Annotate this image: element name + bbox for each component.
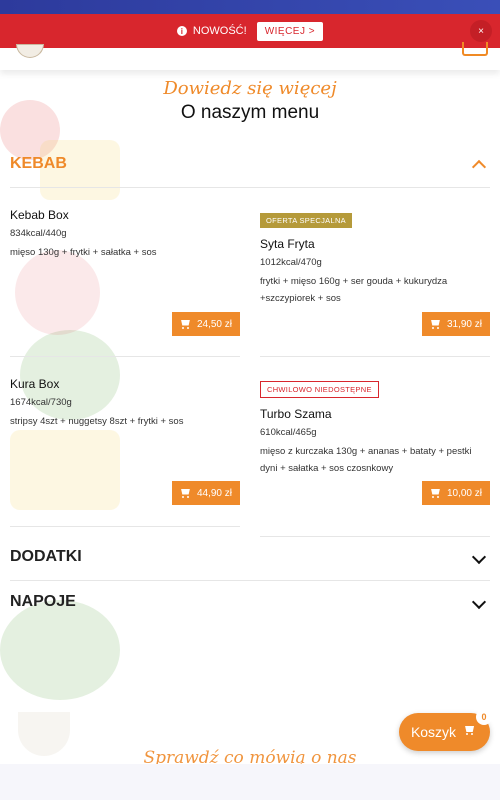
- banner-text: NOWOŚĆ!: [192, 25, 247, 37]
- cart-icon: [180, 320, 191, 329]
- item-kcal: 1012kcal/470g: [260, 257, 322, 268]
- cart-icon: [464, 726, 478, 738]
- lettuce-decoration: [0, 600, 120, 700]
- cart-label: Koszyk: [410, 724, 457, 740]
- unavailable-badge: CHWILOWO NIEDOSTĘPNE: [260, 381, 379, 398]
- item-description: mięso z kurczaka 130g + ananas + bataty …: [260, 446, 472, 474]
- section-addons-header[interactable]: DODATKI: [10, 548, 490, 566]
- divider: [10, 580, 490, 581]
- item-price: 31,90 zł: [446, 318, 482, 330]
- item-name: Kebab Box: [10, 208, 69, 222]
- page-title: O naszym menu: [180, 102, 320, 123]
- section-kebab-header[interactable]: KEBAB: [10, 155, 490, 175]
- more-button[interactable]: WIĘCEJ >: [256, 21, 324, 41]
- add-to-cart-button[interactable]: 10,00 zł: [421, 481, 490, 505]
- divider: [260, 536, 490, 537]
- cart-icon: [180, 489, 191, 498]
- item-kcal: 1674kcal/730g: [10, 397, 72, 408]
- item-kcal: 834kcal/440g: [10, 228, 67, 239]
- logo[interactable]: [16, 44, 44, 58]
- section-subtitle: Dowiedz się więcej: [163, 78, 337, 99]
- item-description: frytki + mięso 160g + ser gouda + kukury…: [260, 276, 448, 304]
- menu-item: Kebab Box 834kcal/440g mięso 130g + fryt…: [10, 208, 240, 338]
- item-name: Turbo Szama: [260, 407, 332, 421]
- announcement-banner: i NOWOŚĆ! WIĘCEJ > ×: [0, 14, 500, 48]
- divider: [260, 356, 490, 357]
- item-price: 24,50 zł: [196, 318, 232, 330]
- info-icon: i: [176, 26, 187, 36]
- bottom-bar: [0, 764, 500, 800]
- top-bar: [0, 0, 500, 14]
- menu-item: Kura Box 1674kcal/730g stripsy 4szt + nu…: [10, 377, 240, 507]
- add-to-cart-button[interactable]: 44,90 zł: [171, 481, 240, 505]
- section-label: DODATKI: [10, 548, 82, 565]
- divider: [10, 187, 490, 188]
- cart-icon: [430, 489, 441, 498]
- chevron-down-icon: [471, 594, 487, 610]
- section-label: NAPOJE: [10, 593, 76, 610]
- close-icon[interactable]: ×: [470, 20, 492, 42]
- item-description: mięso 130g + frytki + sałatka + sos: [10, 247, 157, 258]
- menu-icon[interactable]: [462, 42, 488, 56]
- divider: [10, 356, 240, 357]
- chevron-up-icon: [471, 159, 487, 175]
- item-name: Syta Fryta: [260, 237, 315, 251]
- item-kcal: 610kcal/465g: [260, 427, 317, 438]
- menu-item: CHWILOWO NIEDOSTĘPNE Turbo Szama 610kcal…: [260, 379, 490, 507]
- item-price: 10,00 zł: [446, 487, 482, 499]
- item-name: Kura Box: [10, 377, 60, 391]
- menu-item: OFERTA SPECJALNA Syta Fryta 1012kcal/470…: [260, 210, 490, 338]
- site-header: [0, 42, 500, 70]
- cart-icon: [430, 320, 441, 329]
- add-to-cart-button[interactable]: 24,50 zł: [171, 312, 240, 336]
- add-to-cart-button[interactable]: 31,90 zł: [421, 312, 490, 336]
- cart-count-badge: 0: [476, 709, 492, 725]
- special-offer-badge: OFERTA SPECJALNA: [260, 213, 352, 228]
- item-price: 44,90 zł: [196, 487, 232, 499]
- section-label: KEBAB: [10, 155, 67, 172]
- cart-button[interactable]: Koszyk 0: [399, 709, 492, 751]
- divider: [10, 526, 240, 527]
- section-drinks-header[interactable]: NAPOJE: [10, 593, 490, 611]
- chevron-down-icon: [471, 549, 487, 565]
- item-description: stripsy 4szt + nuggetsy 8szt + frytki + …: [10, 416, 184, 427]
